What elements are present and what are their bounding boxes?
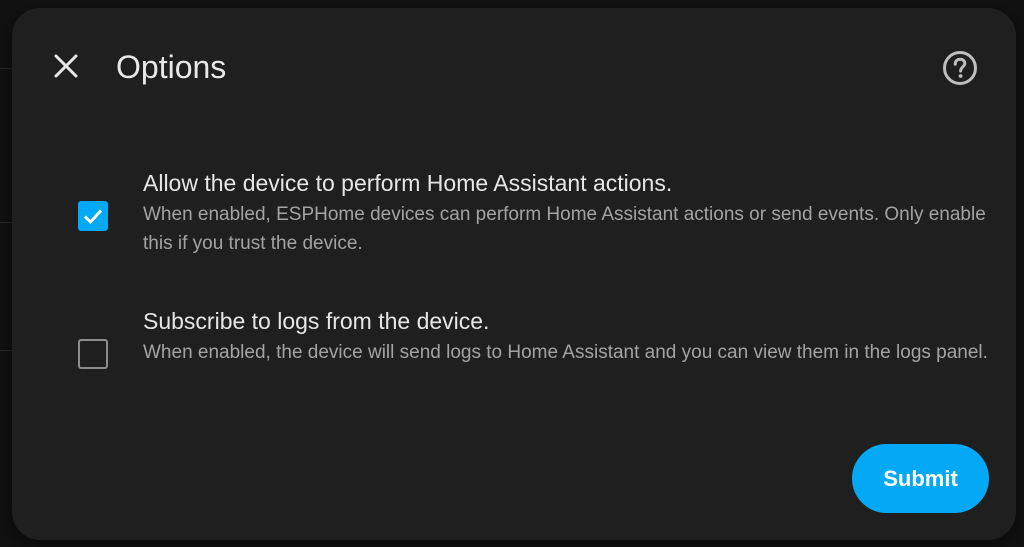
check-icon [83,209,103,225]
close-button[interactable] [46,46,86,86]
options-dialog: Options Allow the device to perform Home… [12,8,1016,540]
submit-button[interactable]: Submit [852,444,989,513]
subscribe-logs-checkbox[interactable] [78,339,108,369]
allow-actions-checkbox[interactable] [78,201,108,231]
subscribe-logs-label: Subscribe to logs from the device. [143,308,490,334]
close-icon [54,54,78,78]
allow-actions-description: When enabled, ESPHome devices can perfor… [143,204,986,254]
allow-actions-label: Allow the device to perform Home Assista… [143,170,673,196]
help-circle-icon [943,51,977,85]
help-button[interactable] [938,48,982,88]
dialog-title: Options [116,49,227,85]
subscribe-logs-description: When enabled, the device will send logs … [143,342,988,363]
